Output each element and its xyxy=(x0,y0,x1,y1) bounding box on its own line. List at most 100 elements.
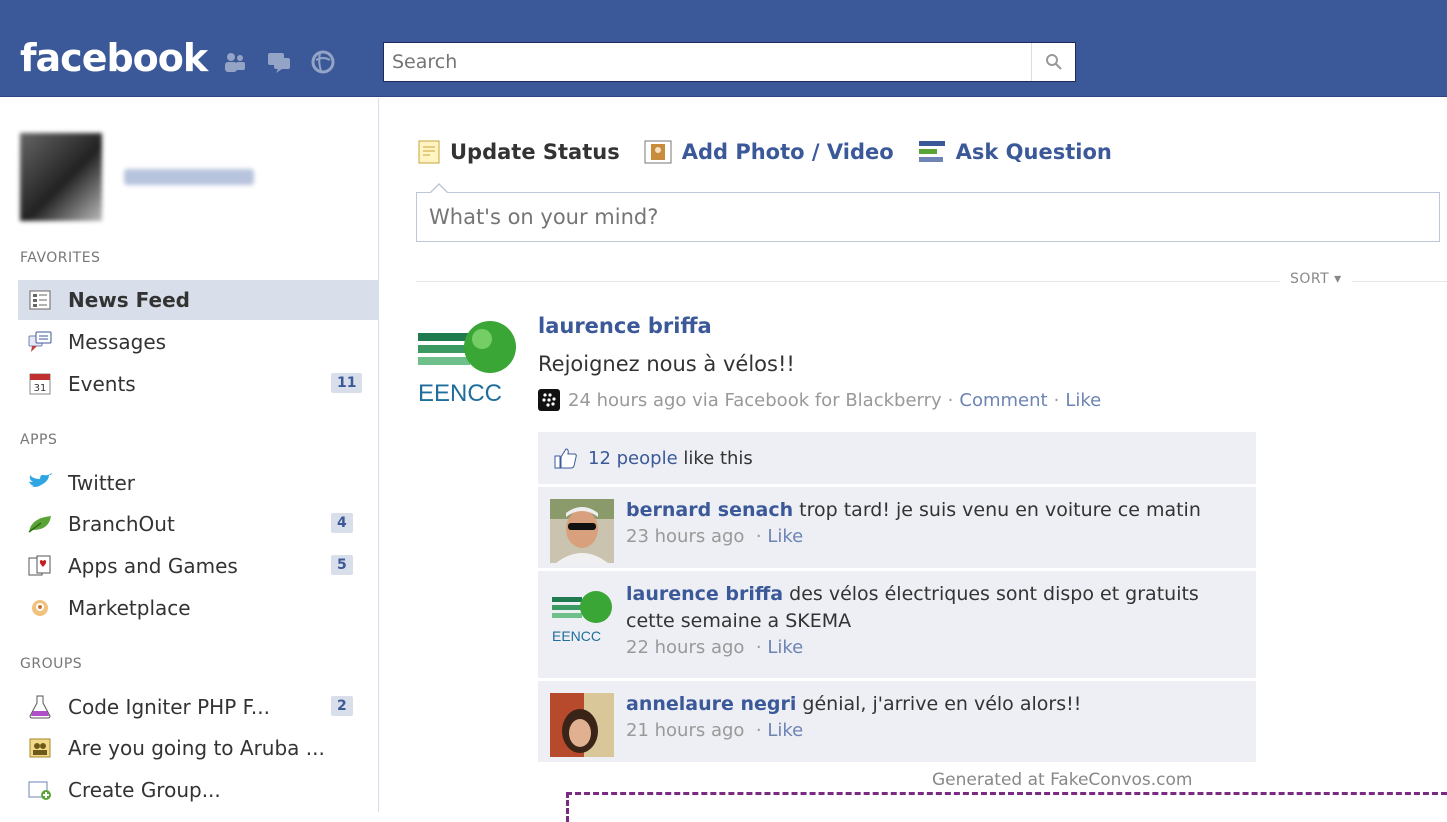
eencc-logo[interactable]: EENCC xyxy=(416,315,520,407)
comment-meta: 22 hours ago · Like xyxy=(626,637,804,658)
thumbs-up-icon xyxy=(554,447,578,469)
separator: · xyxy=(947,389,954,411)
friend-requests-icon[interactable] xyxy=(222,50,248,74)
tab-ask-question[interactable]: Ask Question xyxy=(918,140,1112,164)
sidebar-item-create-group[interactable]: Create Group... xyxy=(18,770,379,810)
feedback-box: 12 people like this bernard senach trop … xyxy=(538,432,1256,762)
news-feed-icon xyxy=(26,287,54,313)
watermark: Generated at FakeConvos.com xyxy=(932,770,1193,790)
like-link[interactable]: Like xyxy=(1065,390,1101,411)
tab-label: Ask Question xyxy=(955,140,1112,164)
comment: EENCC laurence briffa des vélos électriq… xyxy=(538,568,1256,678)
sidebar-item-label: BranchOut xyxy=(68,512,175,536)
sort-dropdown[interactable]: SORT ▾ xyxy=(1280,271,1352,287)
messages-icon[interactable] xyxy=(266,50,292,74)
sidebar-item-branchout[interactable]: BranchOut 4 xyxy=(18,504,379,544)
comment-body: bernard senach trop tard! je suis venu e… xyxy=(626,497,1246,524)
comment-text: trop tard! je suis venu en voiture ce ma… xyxy=(793,499,1201,521)
search-input[interactable] xyxy=(384,43,1029,81)
count-badge: 4 xyxy=(331,513,353,533)
composer-nub-inner xyxy=(431,185,447,193)
story-time[interactable]: 24 hours ago via Facebook for Blackberry xyxy=(568,390,942,411)
story-meta: 24 hours ago via Facebook for Blackberry… xyxy=(538,389,1101,411)
sidebar-item-marketplace[interactable]: Marketplace xyxy=(18,588,379,628)
sidebar-item-twitter[interactable]: Twitter xyxy=(18,463,379,503)
comment-author[interactable]: laurence briffa xyxy=(626,583,783,605)
leaf-icon xyxy=(26,511,54,537)
count-badge: 5 xyxy=(331,555,353,575)
svg-text:EENCC: EENCC xyxy=(418,380,502,407)
sidebar-item-label: Twitter xyxy=(68,471,136,495)
sidebar-item-events[interactable]: 31 Events 11 xyxy=(18,364,379,404)
commenter-avatar[interactable]: EENCC xyxy=(550,583,614,647)
comment-text: génial, j'arrive en vélo alors!! xyxy=(796,693,1082,715)
favorites-heading: FAVORITES xyxy=(20,250,101,266)
tab-label: Update Status xyxy=(450,140,620,164)
sidebar-item-label: Events xyxy=(68,372,136,396)
status-input[interactable] xyxy=(417,193,1439,241)
comment-meta: 23 hours ago · Like xyxy=(626,526,804,547)
story-author[interactable]: laurence briffa xyxy=(538,314,712,338)
question-icon xyxy=(918,140,946,164)
facebook-logo[interactable]: facebook xyxy=(20,36,208,80)
group-icon xyxy=(26,735,54,761)
sidebar-item-apps-and-games[interactable]: Apps and Games 5 xyxy=(18,546,379,586)
profile-name-blurred[interactable] xyxy=(124,169,254,185)
likes-suffix: like this xyxy=(677,447,753,469)
comment-like-link[interactable]: Like xyxy=(767,526,803,547)
sidebar-item-aruba-group[interactable]: Are you going to Aruba ... xyxy=(18,728,379,768)
story-message: Rejoignez nous à vélos!! xyxy=(538,352,795,376)
comment-body: annelaure negri génial, j'arrive en vélo… xyxy=(626,691,1246,718)
sidebar-item-label: Marketplace xyxy=(68,596,191,620)
flask-icon xyxy=(26,694,54,720)
likes-bar: 12 people like this xyxy=(538,432,1256,484)
comment-like-link[interactable]: Like xyxy=(767,720,803,741)
apps-games-icon xyxy=(26,553,54,579)
tab-update-status[interactable]: Update Status xyxy=(418,140,620,164)
sidebar-item-label: Messages xyxy=(68,330,167,354)
composer-tabs: Update Status Add Photo / Video Ask Ques… xyxy=(418,140,1136,164)
apps-heading: APPS xyxy=(20,432,58,448)
sidebar-item-label: Are you going to Aruba ... xyxy=(68,736,325,760)
tab-add-photo-video[interactable]: Add Photo / Video xyxy=(644,140,894,164)
comment-body: laurence briffa des vélos électriques so… xyxy=(626,581,1246,635)
commenter-avatar[interactable] xyxy=(550,499,614,563)
avatar[interactable] xyxy=(20,133,102,221)
left-sidebar: FAVORITES News Feed Messages 31 Events 1… xyxy=(0,98,379,812)
commenter-avatar[interactable] xyxy=(550,693,614,757)
sidebar-item-label: Code Igniter PHP F... xyxy=(68,695,270,719)
search-button[interactable] xyxy=(1031,43,1075,81)
comment-time[interactable]: 23 hours ago xyxy=(626,526,744,547)
tab-label: Add Photo / Video xyxy=(681,140,894,164)
svg-text:31: 31 xyxy=(34,383,47,394)
twitter-bird-icon xyxy=(26,470,54,496)
comment-author[interactable]: bernard senach xyxy=(626,499,793,521)
comment-author[interactable]: annelaure negri xyxy=(626,693,796,715)
create-group-icon xyxy=(26,777,54,803)
status-icon xyxy=(418,140,440,164)
sidebar-item-label: News Feed xyxy=(68,288,190,312)
comment: bernard senach trop tard! je suis venu e… xyxy=(538,484,1256,568)
comment-meta: 21 hours ago · Like xyxy=(626,720,804,741)
comment-time[interactable]: 21 hours ago xyxy=(626,720,744,741)
sidebar-item-news-feed[interactable]: News Feed xyxy=(18,280,379,320)
top-bar: facebook xyxy=(0,0,1447,97)
sidebar-item-label: Create Group... xyxy=(68,778,221,802)
search-icon xyxy=(1045,54,1062,70)
main-feed: Update Status Add Photo / Video Ask Ques… xyxy=(380,98,1447,812)
separator: · xyxy=(1053,389,1060,411)
sidebar-item-code-igniter[interactable]: Code Igniter PHP F... 2 xyxy=(18,687,379,727)
notifications-icon[interactable] xyxy=(310,50,336,74)
comment-time[interactable]: 22 hours ago xyxy=(626,637,744,658)
search-box xyxy=(383,42,1076,82)
svg-text:EENCC: EENCC xyxy=(552,628,601,644)
marketplace-icon xyxy=(26,595,54,621)
profile-link[interactable] xyxy=(20,133,254,221)
comment-link[interactable]: Comment xyxy=(959,390,1047,411)
comment-like-link[interactable]: Like xyxy=(767,637,803,658)
sidebar-item-messages[interactable]: Messages xyxy=(18,322,379,362)
count-badge: 11 xyxy=(331,373,363,393)
likers-link[interactable]: 12 people xyxy=(588,448,678,469)
jewel-icons xyxy=(222,50,336,74)
comment: annelaure negri génial, j'arrive en vélo… xyxy=(538,678,1256,762)
